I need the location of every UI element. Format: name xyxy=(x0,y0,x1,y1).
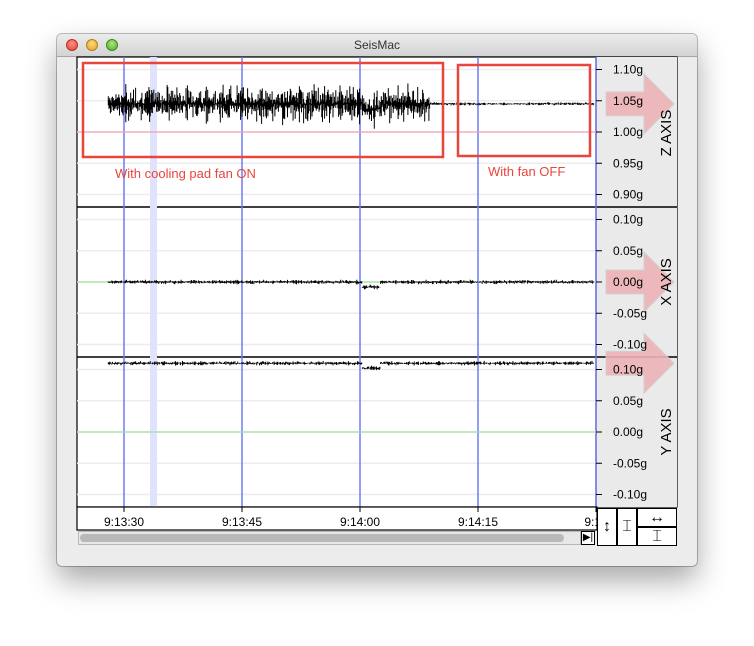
y-tick-label: 0.05g xyxy=(613,394,643,408)
y-tick-label: -0.10g xyxy=(613,338,647,352)
x-tick-label: 9:13:30 xyxy=(104,515,144,529)
y-tick-label: 1.05g xyxy=(613,94,643,108)
x-tick-label: 9:14:15 xyxy=(458,515,498,529)
seismograph-plot: 1.10g 1.05g 1.00g 0.95g 0.90g 0.10g 0.05g 0.00g… xyxy=(76,56,678,531)
y-tick-label: 0.10g xyxy=(613,213,643,227)
x-axis-label: X AXIS xyxy=(658,258,675,306)
fan-off-label: With fan OFF xyxy=(488,164,565,179)
y-tick-label: -0.05g xyxy=(613,456,647,470)
y-tick-label: 0.10g xyxy=(613,363,643,377)
skip-end-icon[interactable]: ▶| xyxy=(581,531,595,545)
y-tick-label: 0.05g xyxy=(613,244,643,258)
x-tick-label: 9:13:45 xyxy=(222,515,262,529)
x-tick-label: 9:14:00 xyxy=(340,515,380,529)
fan-on-label: With cooling pad fan ON xyxy=(115,166,256,181)
z-axis-label: Z AXIS xyxy=(658,110,675,157)
y-tick-label: -0.05g xyxy=(613,306,647,320)
horizontal-bracket-icon[interactable]: ⌶ xyxy=(637,527,677,546)
vertical-arrows-icon[interactable]: ↕ xyxy=(597,508,617,546)
y-tick-label: -0.10g xyxy=(613,488,647,502)
y-tick-label: 0.90g xyxy=(613,188,643,202)
vertical-bracket-icon[interactable]: ⌶ xyxy=(617,508,637,546)
y-tick-label: 1.00g xyxy=(613,125,643,139)
y-tick-label: 0.95g xyxy=(613,156,643,170)
y-tick-label: 0.00g xyxy=(613,425,643,439)
y-tick-label: 1.10g xyxy=(613,63,643,77)
time-axis xyxy=(76,506,598,531)
scrollbar-thumb[interactable] xyxy=(80,534,564,542)
y-tick-label: 0.00g xyxy=(613,275,643,289)
y-axis-label: Y AXIS xyxy=(658,408,675,455)
horizontal-arrows-icon[interactable]: ↔ xyxy=(637,508,677,527)
